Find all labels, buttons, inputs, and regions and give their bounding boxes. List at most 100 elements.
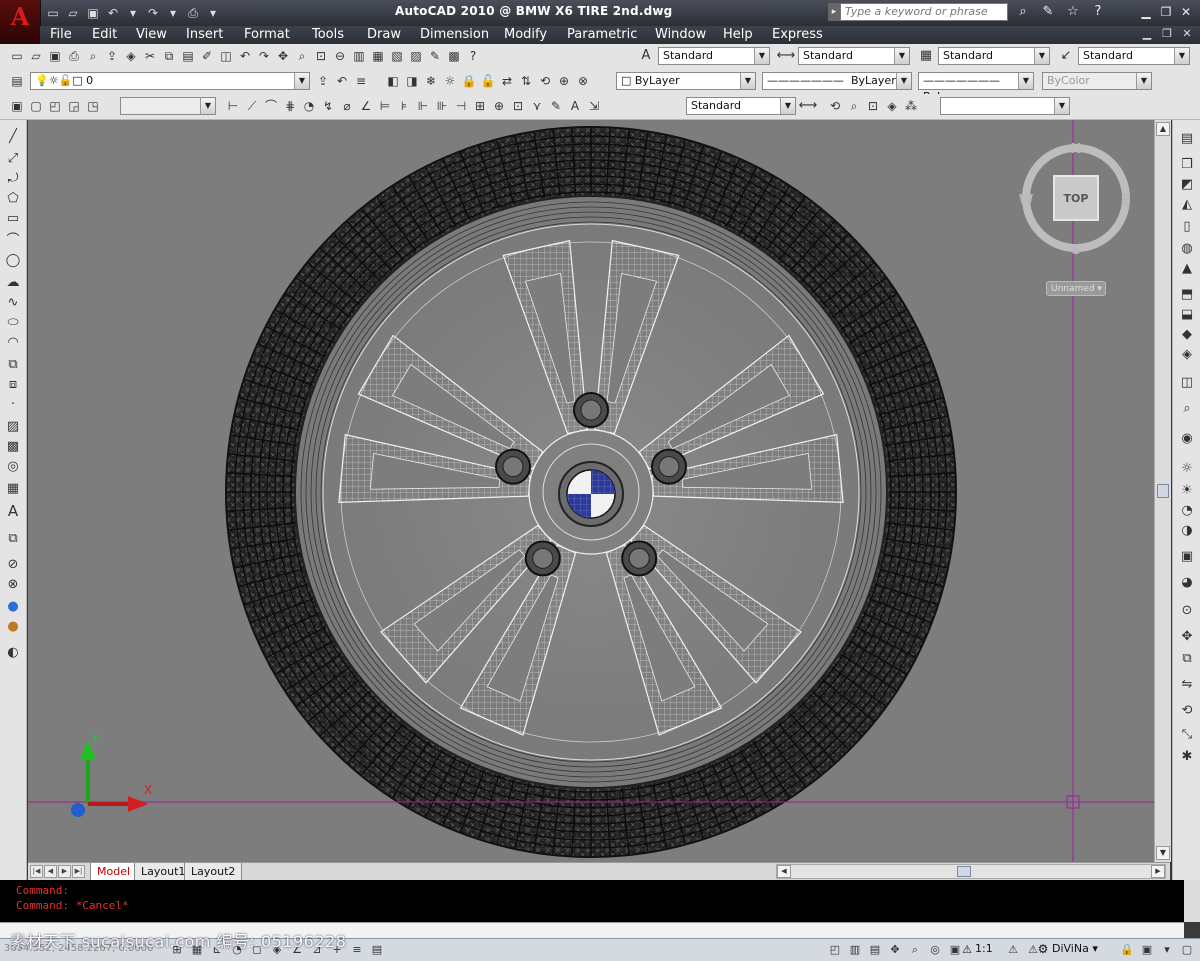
zoom-previous-icon[interactable]: ⊖ xyxy=(331,48,349,65)
copy-icon[interactable]: ⧉ xyxy=(160,48,178,65)
extrude-icon[interactable]: ⬒ xyxy=(1176,286,1198,304)
tool-palettes-icon[interactable]: ▧ xyxy=(388,48,406,65)
ordinate-dimension-icon[interactable]: ⋕ xyxy=(281,98,299,115)
compass-south-label[interactable]: S xyxy=(1071,243,1080,258)
make-block-icon[interactable]: ⧈ xyxy=(3,376,23,394)
menu-draw[interactable]: Draw xyxy=(367,27,401,42)
layer-freeze-icon[interactable]: ❄ xyxy=(422,73,440,90)
hatch-icon[interactable]: ▨ xyxy=(3,418,23,436)
layer-unlock-icon[interactable]: 🔓 xyxy=(479,73,497,90)
quick-dimension-icon[interactable]: ⊨ xyxy=(376,98,394,115)
lineweight-dropdown[interactable]: ——————— ByLayer▼ xyxy=(918,72,1034,103)
menu-edit[interactable]: Edit xyxy=(92,27,117,42)
layer-uniso-icon[interactable]: ◨ xyxy=(403,73,421,90)
cone-icon[interactable]: ◭ xyxy=(1176,196,1198,214)
ucs-menu-button[interactable]: Unnamed ▾ xyxy=(1046,281,1106,296)
annotation-visibility-icon[interactable]: ⚠ xyxy=(1004,941,1022,958)
menu-insert[interactable]: Insert xyxy=(186,27,223,42)
new-file-icon[interactable]: ▭ xyxy=(44,4,62,22)
restore-icon[interactable]: ❐ xyxy=(1158,4,1174,20)
next-tab-button[interactable]: ▶ xyxy=(58,865,71,878)
first-tab-button[interactable]: |◀ xyxy=(30,865,43,878)
open-icon[interactable]: ▱ xyxy=(27,48,45,65)
menu-dimension[interactable]: Dimension xyxy=(420,27,489,42)
table-icon[interactable]: ▦ xyxy=(3,480,23,498)
light-icon[interactable]: ☼ xyxy=(1176,460,1198,478)
toolbar-lock-icon[interactable]: 🔒 xyxy=(1118,941,1136,958)
dimension-update-icon[interactable]: ⇲ xyxy=(585,98,603,115)
search-input[interactable]: Type a keyword or phrase xyxy=(840,3,1008,21)
design-center-icon[interactable]: ▦ xyxy=(369,48,387,65)
steeringwheel-icon[interactable]: ◎ xyxy=(926,941,944,958)
make-current-layer-icon[interactable]: ⇪ xyxy=(314,73,332,90)
scroll-up-button[interactable]: ▲ xyxy=(1156,122,1170,136)
dimension-style-manager-icon[interactable]: ⟷ xyxy=(798,97,818,115)
pyramid-icon[interactable]: ▲ xyxy=(1176,260,1198,278)
rotate-icon[interactable]: ⟲ xyxy=(1176,702,1198,720)
radius-dimension-icon[interactable]: ◔ xyxy=(300,98,318,115)
save-icon[interactable]: ▣ xyxy=(46,48,64,65)
search-expand-button[interactable]: ▸ xyxy=(828,3,840,21)
layer-change-icon[interactable]: ⇅ xyxy=(517,73,535,90)
pan-icon[interactable]: ✥ xyxy=(274,48,292,65)
last-tab-button[interactable]: ▶| xyxy=(72,865,85,878)
vertical-scroll-thumb[interactable] xyxy=(1157,484,1169,498)
scroll-down-button[interactable]: ▼ xyxy=(1156,846,1170,860)
angular-dimension-icon[interactable]: ∠ xyxy=(357,98,375,115)
zoom-realtime-icon[interactable]: ⌕ xyxy=(293,48,311,65)
gradient-icon[interactable]: ▩ xyxy=(3,438,23,456)
menu-view[interactable]: View xyxy=(136,27,167,42)
mirror-icon[interactable]: ⇋ xyxy=(1176,676,1198,694)
paste-icon[interactable]: ▤ xyxy=(179,48,197,65)
spline-icon[interactable]: ∿ xyxy=(3,294,23,312)
clean-screen-icon[interactable]: ▢ xyxy=(1178,941,1196,958)
dropdown-icon[interactable]: ▾ xyxy=(164,4,182,22)
zoom-icon[interactable]: ⌕ xyxy=(1176,400,1198,418)
view-dropdown[interactable]: ▼ xyxy=(940,97,1070,115)
layer-off-icon[interactable]: ☼ xyxy=(441,73,459,90)
drawing-viewport[interactable]: Y X xyxy=(28,120,1154,862)
undo-icon[interactable]: ↶ xyxy=(104,4,122,22)
dimension-text-edit-icon[interactable]: A xyxy=(566,98,584,115)
construction-line-icon[interactable]: ⤢ xyxy=(3,150,23,168)
cylinder-icon[interactable]: ▯ xyxy=(1176,218,1198,236)
redo-icon[interactable]: ↷ xyxy=(144,4,162,22)
layer-lock-icon[interactable]: 🔒 xyxy=(460,73,478,90)
workspace-icon-5[interactable]: ◳ xyxy=(84,98,102,115)
redo-icon[interactable]: ↷ xyxy=(255,48,273,65)
wedge-icon[interactable]: ◩ xyxy=(1176,176,1198,194)
pan-icon[interactable]: ✥ xyxy=(886,941,904,958)
fog-icon[interactable]: ⊙ xyxy=(1176,602,1198,620)
application-menu-button[interactable]: A xyxy=(0,0,41,44)
linear-dimension-icon[interactable]: ⊢ xyxy=(224,98,242,115)
presspull-icon[interactable]: ⬓ xyxy=(1176,306,1198,324)
horizontal-scrollbar[interactable]: ◀ ▶ xyxy=(776,864,1166,879)
qnew-icon[interactable]: ▭ xyxy=(8,48,26,65)
torus-icon[interactable]: ◍ xyxy=(1176,240,1198,258)
multileader-style-dropdown[interactable]: Standard ▼ xyxy=(1078,47,1190,65)
menu-modify[interactable]: Modify xyxy=(504,27,547,42)
region-icon[interactable]: ◎ xyxy=(3,458,23,476)
union-icon[interactable]: ⧉ xyxy=(3,530,23,548)
help-icon[interactable]: ? xyxy=(464,48,482,65)
layer-properties-icon[interactable]: ▤ xyxy=(8,73,26,90)
menu-parametric[interactable]: Parametric xyxy=(567,27,637,42)
jogged-dimension-icon[interactable]: ↯ xyxy=(319,98,337,115)
quickcalc-icon[interactable]: ▩ xyxy=(445,48,463,65)
hardware-acceleration-icon[interactable]: ▣ xyxy=(1138,941,1156,958)
doc-close-icon[interactable]: ✕ xyxy=(1180,27,1194,41)
menu-format[interactable]: Format xyxy=(244,27,290,42)
materials-sphere-icon[interactable]: ● xyxy=(3,618,23,636)
orbit-icon[interactable]: ⟲ xyxy=(826,98,844,115)
revision-cloud-icon[interactable]: ☁ xyxy=(3,274,23,292)
circle-icon[interactable]: ◯ xyxy=(3,252,23,270)
workspace-icon-1[interactable]: ▣ xyxy=(8,98,26,115)
zoom-window-icon[interactable]: ⊡ xyxy=(312,48,330,65)
rectangle-icon[interactable]: ▭ xyxy=(3,210,23,228)
properties-icon[interactable]: ▥ xyxy=(350,48,368,65)
continue-dimension-icon[interactable]: ⊩ xyxy=(414,98,432,115)
ellipse-icon[interactable]: ⬭ xyxy=(3,314,23,332)
layer-match-icon[interactable]: ⇄ xyxy=(498,73,516,90)
quick-properties-icon[interactable]: ▤ xyxy=(368,941,386,958)
scale-icon[interactable]: ⤡ xyxy=(1176,726,1198,744)
